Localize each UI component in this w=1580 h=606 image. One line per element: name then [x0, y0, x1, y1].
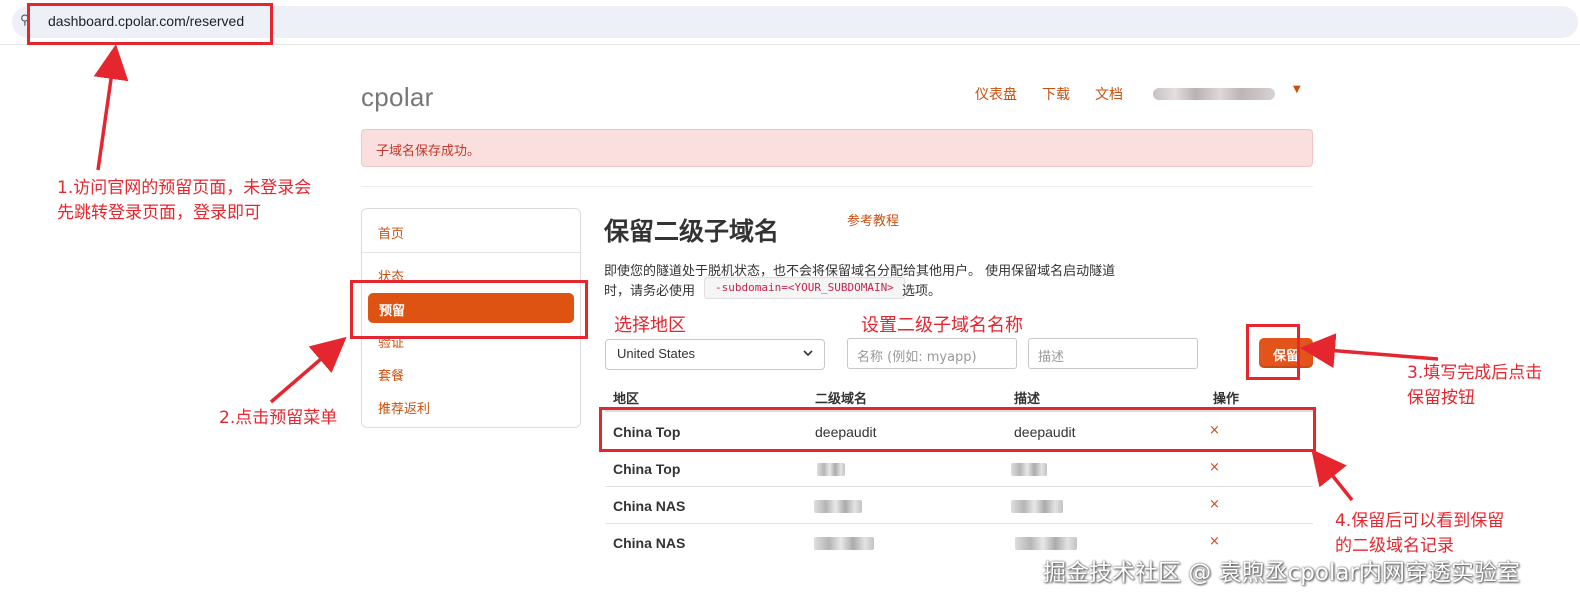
- annotation-subdomain-label: 设置二级子域名名称: [861, 315, 1023, 336]
- arrow-to-save: [1300, 333, 1439, 369]
- watermark-text: 掘金技术社区 @ 袁煦丞cpolar内网穿透实验室: [1043, 560, 1520, 586]
- annotation-step1-line1: 1.访问官网的预留页面，未登录会: [57, 178, 312, 198]
- annotation-step1: 1.访问官网的预留页面，未登录会 先跳转登录页面，登录即可: [57, 176, 311, 226]
- annotation-step3: 3.填写完成后点击 保留按钮: [1407, 361, 1542, 411]
- annotation-step2: 2.点击预留菜单: [219, 408, 338, 428]
- arrow-to-menu: [269, 336, 347, 404]
- arrow-to-url: [93, 44, 129, 171]
- annotation-step1-line2: 先跳转登录页面，登录即可: [57, 203, 261, 223]
- annotation-step3-line2: 保留按钮: [1407, 388, 1475, 408]
- arrow-to-record: [1311, 449, 1354, 502]
- annotation-step3-line1: 3.填写完成后点击: [1407, 363, 1543, 383]
- annotation-step4: 4.保留后可以看到保留 的二级域名记录: [1335, 509, 1504, 559]
- annotation-step4-line1: 4.保留后可以看到保留: [1335, 511, 1505, 531]
- annotation-region-label: 选择地区: [614, 315, 686, 336]
